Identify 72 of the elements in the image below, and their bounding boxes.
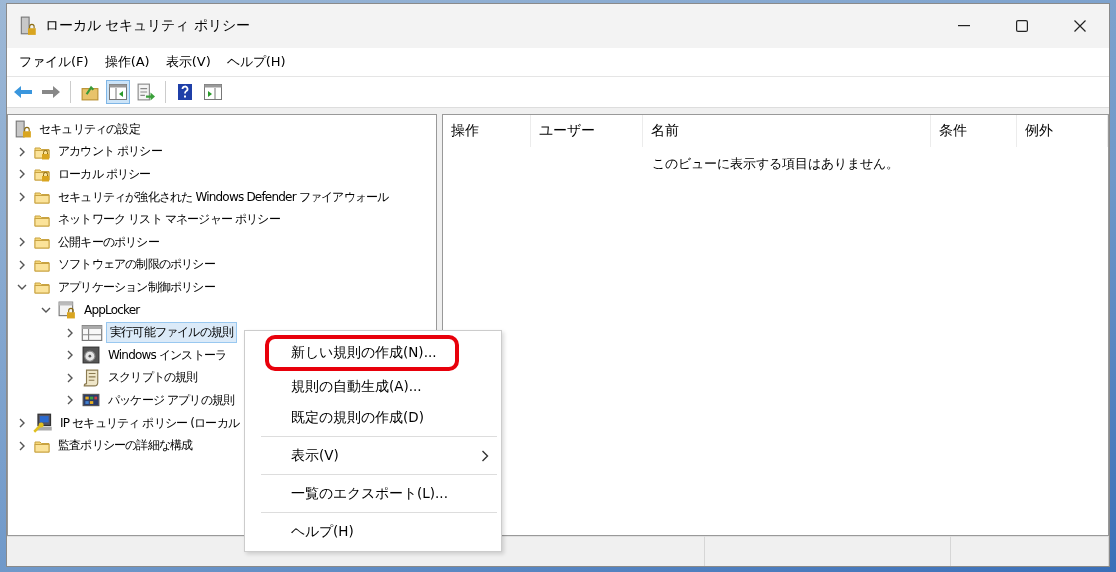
chevron-right-icon[interactable] bbox=[17, 169, 27, 180]
tree-pane-icon bbox=[109, 84, 127, 100]
context-menu-item[interactable]: 既定の規則の作成(D) bbox=[245, 402, 501, 433]
menu-item[interactable]: ヘルプ(H) bbox=[218, 50, 294, 74]
tree-item[interactable]: ネットワーク リスト マネージャー ポリシー bbox=[54, 209, 284, 231]
chevron-right-icon[interactable] bbox=[65, 372, 75, 383]
column-header[interactable]: 名前 bbox=[643, 115, 931, 147]
tree-item[interactable]: セキュリティの設定 bbox=[35, 118, 144, 140]
tree-item[interactable]: AppLocker bbox=[80, 301, 144, 320]
menu-item-label: ヘルプ(H) bbox=[291, 522, 354, 541]
disc-box-icon bbox=[81, 346, 101, 365]
tree-item[interactable]: スクリプトの規則 bbox=[104, 367, 202, 389]
server-lock-icon bbox=[19, 16, 37, 36]
maximize-icon bbox=[1016, 20, 1028, 32]
tree-item[interactable]: IP セキュリティ ポリシー (ローカル bbox=[56, 412, 243, 434]
close-icon bbox=[1074, 20, 1086, 32]
menu-item-label: 規則の自動生成(A)... bbox=[291, 377, 422, 396]
computer-key-icon bbox=[33, 413, 53, 433]
folder-icon bbox=[33, 234, 51, 251]
chevron-right-icon[interactable] bbox=[17, 440, 27, 451]
action-pane-icon bbox=[204, 84, 222, 100]
tree-item[interactable]: セキュリティが強化された Windows Defender ファイアウォール bbox=[54, 186, 393, 208]
minimize-icon bbox=[958, 25, 970, 27]
folder-arrow-icon bbox=[81, 83, 99, 101]
chevron-right-icon[interactable] bbox=[65, 395, 75, 406]
tree-item[interactable]: 公開キーのポリシー bbox=[54, 231, 163, 253]
column-header[interactable]: ユーザー bbox=[531, 115, 643, 147]
server-lock-icon bbox=[14, 120, 32, 139]
context-menu-item[interactable]: ヘルプ(H) bbox=[245, 516, 501, 547]
chevron-right-icon bbox=[481, 449, 489, 462]
chevron-right-icon[interactable] bbox=[17, 418, 27, 428]
chevron-right-icon[interactable] bbox=[17, 146, 27, 157]
menu-item-label: 表示(V) bbox=[291, 446, 339, 465]
empty-message: このビューに表示する項目はありません。 bbox=[651, 155, 900, 173]
toolbar-button[interactable] bbox=[106, 80, 130, 104]
menu-item[interactable]: 操作(A) bbox=[96, 50, 158, 74]
help-icon bbox=[177, 83, 193, 101]
tree-item[interactable]: アカウント ポリシー bbox=[54, 141, 166, 163]
back-arrow-icon bbox=[13, 84, 33, 100]
menu-item[interactable]: 表示(V) bbox=[157, 50, 219, 74]
scroll-icon bbox=[81, 368, 101, 387]
tree-item[interactable]: Windows インストーラ bbox=[104, 344, 231, 366]
context-menu-item[interactable]: 一覧のエクスポート(L)... bbox=[245, 478, 501, 509]
tree-item[interactable]: ローカル ポリシー bbox=[54, 164, 155, 185]
chevron-right-icon[interactable] bbox=[65, 327, 75, 338]
column-header[interactable]: 操作 bbox=[443, 115, 531, 147]
context-menu-item[interactable]: 表示(V) bbox=[245, 440, 501, 471]
column-header[interactable]: 例外 bbox=[1017, 115, 1108, 147]
export-list-icon bbox=[137, 83, 155, 101]
window-lock-icon bbox=[57, 301, 77, 320]
tree-item[interactable]: アプリケーション制御ポリシー bbox=[54, 276, 219, 298]
chevron-right-icon[interactable] bbox=[65, 350, 75, 361]
context-menu-item[interactable]: 規則の自動生成(A)... bbox=[245, 371, 501, 402]
menu-item-label: 新しい規則の作成(N)... bbox=[291, 344, 437, 362]
forward-arrow-icon bbox=[41, 84, 61, 100]
tree-item[interactable]: 実行可能ファイルの規則 bbox=[106, 322, 238, 344]
context-menu-item[interactable]: 新しい規則の作成(N)... bbox=[265, 335, 459, 371]
window-title: ローカル セキュリティ ポリシー bbox=[45, 17, 251, 35]
chevron-right-icon[interactable] bbox=[17, 192, 27, 203]
menu-item[interactable]: ファイル(F) bbox=[11, 50, 97, 74]
tree-item[interactable]: ソフトウェアの制限のポリシー bbox=[54, 254, 219, 276]
column-header[interactable]: 条件 bbox=[931, 115, 1017, 147]
chevron-right-icon[interactable] bbox=[17, 259, 27, 270]
table-icon bbox=[81, 324, 103, 341]
folder-icon bbox=[33, 189, 51, 206]
menu-item-label: 既定の規則の作成(D) bbox=[291, 408, 424, 427]
tree-item[interactable]: パッケージ アプリの規則 bbox=[104, 389, 239, 411]
menu-item-label: 一覧のエクスポート(L)... bbox=[291, 484, 448, 503]
tree-item[interactable]: 監査ポリシーの詳細な構成 bbox=[54, 435, 197, 457]
locked-folder-icon bbox=[33, 166, 51, 183]
folder-icon bbox=[33, 279, 51, 296]
chevron-right-icon[interactable] bbox=[17, 237, 27, 248]
